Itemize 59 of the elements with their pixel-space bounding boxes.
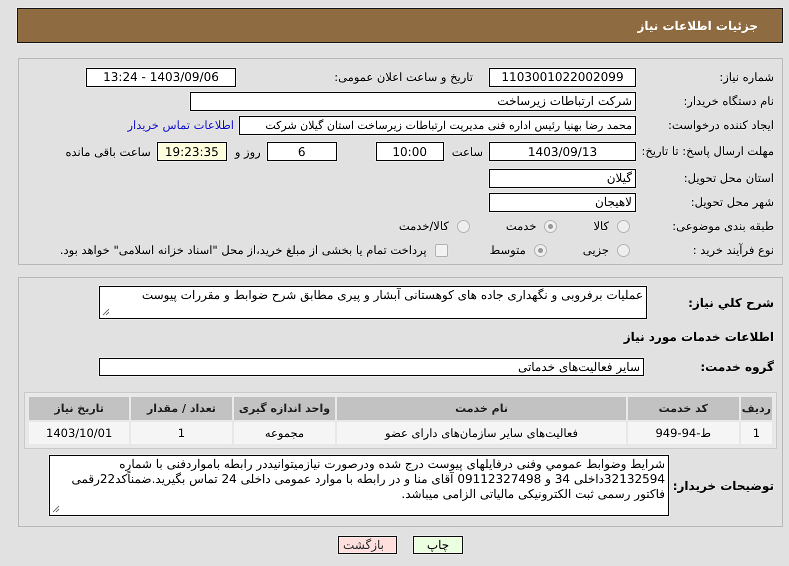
radio-button[interactable] xyxy=(456,220,470,232)
column-header: واحد اندازه گیری xyxy=(234,397,336,420)
field-label: شهر محل تحویل: xyxy=(690,195,775,209)
creator-field: محمد رضا بهنیا رئیس اداره فنی مدیریت ارتباطات زیرساخت استان گیلان شرکت xyxy=(239,116,636,134)
resize-grip-icon[interactable] xyxy=(52,505,60,513)
field-label: شرح کلي نیاز: xyxy=(687,296,775,310)
column-header: تاریخ نیاز xyxy=(29,397,130,420)
column-header: ردیف xyxy=(740,397,772,420)
radio-button[interactable] xyxy=(544,220,558,232)
announce-date-field: 1403/09/06 - 13:24 xyxy=(86,68,236,86)
back-button[interactable]: بازگشت xyxy=(338,536,397,554)
table-cell: 1 xyxy=(740,422,772,444)
field-label: تاریخ و ساعت اعلان عمومی: xyxy=(333,70,473,84)
field-label: توضیحات خریدار: xyxy=(672,478,775,492)
radio-label: جزیی xyxy=(582,243,609,257)
city-field: لاهیجان xyxy=(489,192,636,212)
radio-label: کالا/خدمت xyxy=(398,219,449,233)
deadline-time-field: 10:00 xyxy=(376,142,444,161)
field-label: مهلت ارسال پاسخ: تا تاریخ: xyxy=(640,145,775,158)
checkbox-label: پرداخت تمام یا بخشی از مبلغ خرید،از محل "اسناد خزانه اسلامی" خواهد بود. xyxy=(60,243,427,257)
page-title: جزئیات اطلاعات نیاز xyxy=(637,18,758,32)
radio-label: خدمت xyxy=(506,219,536,233)
remaining-time-field: 19:23:35 xyxy=(156,142,227,161)
field-label: نام دستگاه خریدار: xyxy=(682,94,775,108)
radio-button[interactable] xyxy=(617,220,630,232)
resize-grip-icon[interactable] xyxy=(102,308,110,316)
buyer-name-field: شرکت ارتباطات زیرساخت xyxy=(190,92,636,110)
table-cell: فعالیت‌های سایر سازمان‌های دارای عضو xyxy=(337,422,626,444)
service-group-field: سایر فعالیت‌های خدماتی xyxy=(99,358,644,376)
radio-label: متوسط xyxy=(490,243,526,257)
table-cell: مجموعه xyxy=(234,422,336,444)
column-header: تعداد / مقدار xyxy=(131,397,232,420)
table-cell: 1 xyxy=(131,422,232,444)
column-header: کد خدمت xyxy=(628,397,739,420)
time-label: ساعت xyxy=(452,144,483,158)
days-label: روز و xyxy=(234,144,261,158)
radio-button[interactable] xyxy=(534,244,547,256)
radio-button[interactable] xyxy=(617,244,630,256)
table-cell: ط-94-949 xyxy=(628,422,739,444)
province-field: گیلان xyxy=(489,168,636,188)
print-button[interactable]: چاپ xyxy=(413,536,463,554)
column-header: نام خدمت xyxy=(337,397,626,420)
field-label: گروه خدمت: xyxy=(699,360,775,374)
radio-label: کالا xyxy=(593,219,609,233)
description-text-area[interactable]: عملیات برفروبی و نگهداری جاده های کوهستانی آبشار و پیری مطابق شرح ضوابط و مقررات پیوست xyxy=(99,286,647,319)
table-cell: 1403/10/01 xyxy=(29,422,130,444)
field-label: ایجاد کننده درخواست: xyxy=(667,118,775,132)
field-label: استان محل تحویل: xyxy=(682,171,775,185)
section-heading: اطلاعات خدمات مورد نیاز xyxy=(622,330,775,344)
need-number-field: 1103001022002099 xyxy=(489,68,636,86)
field-label: طبقه بندی موضوعی: xyxy=(671,219,775,233)
buyer-contact-link[interactable]: اطلاعات تماس خریدار xyxy=(127,118,234,132)
field-label: نوع فرآیند خرید : xyxy=(692,243,775,257)
field-label: شماره نیاز: xyxy=(718,70,775,84)
days-field: 6 xyxy=(266,142,337,161)
checkbox[interactable] xyxy=(434,244,448,256)
buyer-notes-text-area[interactable]: شرایط وضوابط عمومي وفنی درفایلهای پیوست درج شده ودرصورت نیازمیتوانیددر رابطه بامواردفنی با شماره 32132594داخلی 34 و 09112327498 آقای منا و در رابطه با موارد عمومی داخلی 24 تماس بگیرید.ضمناًکد22رقمی فاکتور رسمی ثبت الکترونیکی مالیاتی الزامی میباشد. xyxy=(49,455,669,516)
deadline-date-field: 1403/09/13 xyxy=(489,142,636,161)
remaining-label: ساعت باقی مانده xyxy=(66,144,151,158)
